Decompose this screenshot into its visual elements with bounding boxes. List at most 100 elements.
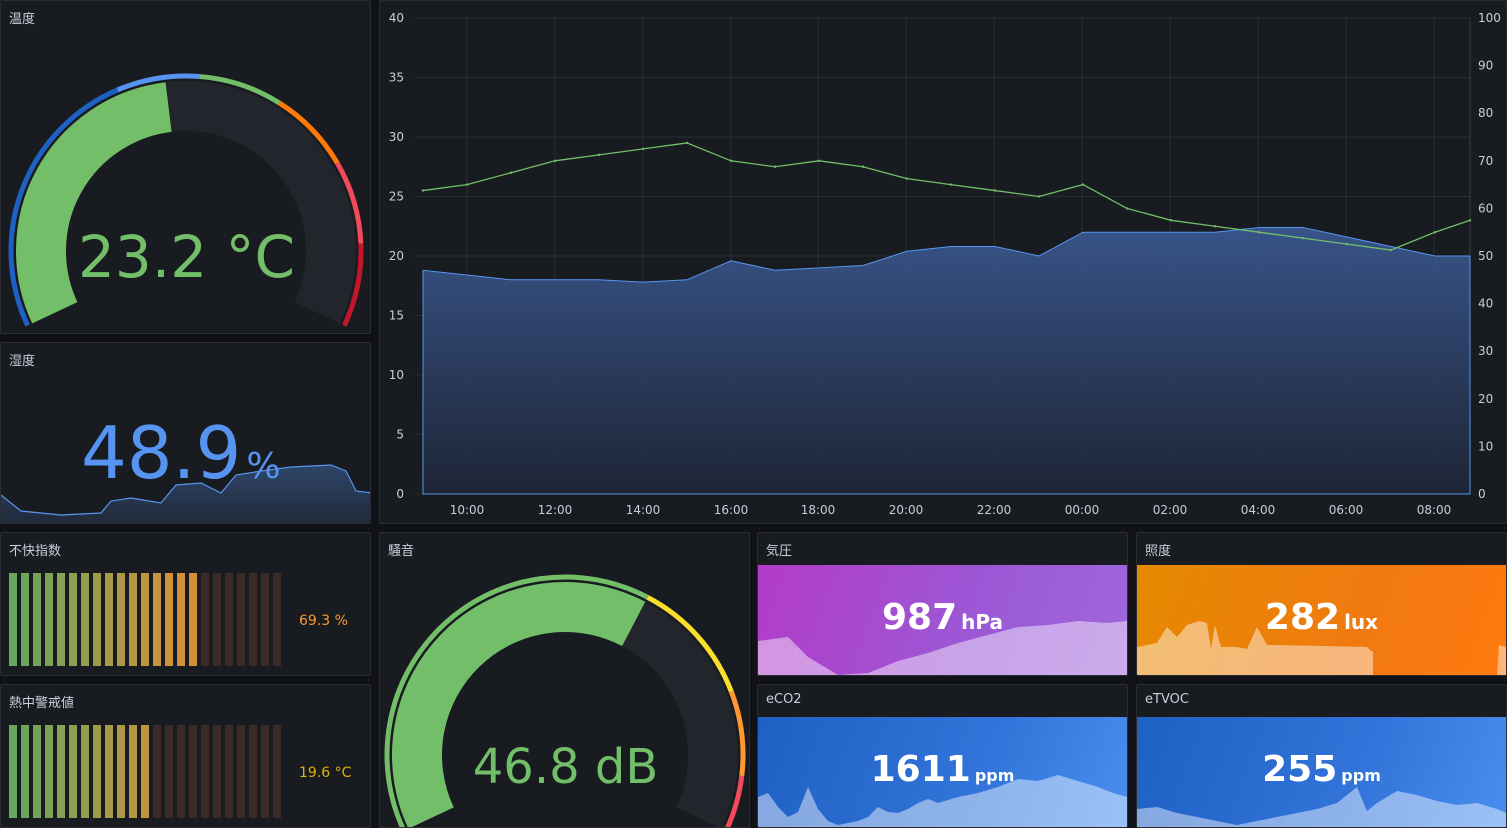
temperature-point [641,147,645,151]
discomfort-bar-segment [81,573,89,666]
discomfort-bar-segment [9,573,17,666]
pressure-number: 987 [881,597,958,638]
discomfort-bar-segment [45,573,53,666]
heat-bar-gauge [9,725,281,818]
x-tick: 02:00 [1153,503,1188,517]
heat-panel: 熱中警戒値 19.6 °C [0,684,371,828]
discomfort-bar-segment [249,573,257,666]
heat-bar-segment [249,725,257,818]
temperature-point [729,159,733,162]
discomfort-value: 69.3 % [299,613,348,629]
temperature-point [685,141,689,145]
y-right-tick: 50 [1478,249,1493,263]
heat-bar-segment [273,725,281,818]
temperature-point [993,189,997,192]
illuminance-panel: 照度 282 lux [1136,532,1507,676]
heat-bar-segment [237,725,245,818]
heat-bar-segment [21,725,29,818]
illuminance-number: 282 [1264,597,1341,638]
x-tick: 00:00 [1065,503,1100,517]
y-left-tick: 25 [389,190,404,204]
discomfort-bar-segment [33,573,41,666]
y-left-tick: 20 [389,249,404,263]
etvoc-unit: ppm [1341,766,1381,785]
temperature-value: 23.2 °C [77,223,296,291]
y-left-tick: 10 [389,368,404,382]
etvoc-background: 255 ppm [1137,717,1506,827]
discomfort-bar-segment [129,573,137,666]
x-tick: 20:00 [889,503,924,517]
pressure-unit: hPa [961,610,1003,634]
etvoc-panel: eTVOC 255 ppm [1136,684,1507,828]
heat-bar-segment [45,725,53,818]
pressure-panel: 気圧 987 hPa [757,532,1128,676]
eco2-number: 1611 [870,749,971,790]
heat-value: 19.6 °C [299,765,352,781]
discomfort-bar-segment [105,573,113,666]
discomfort-bar-segment [57,573,65,666]
discomfort-bar-segment [225,573,233,666]
heat-bar-segment [129,725,137,818]
discomfort-bar-segment [141,573,149,666]
heat-bar-segment [105,725,113,818]
heat-bar-segment [213,725,221,818]
temperature-point [597,153,601,157]
y-right-tick: 70 [1478,154,1493,168]
noise-value: 46.8 dB [472,739,659,795]
x-tick: 18:00 [801,503,836,517]
eco2-title: eCO2 [766,692,802,707]
discomfort-bar-segment [153,573,161,666]
temperature-point [553,159,557,162]
x-tick: 12:00 [538,503,573,517]
y-right-tick: 0 [1478,487,1486,501]
x-tick: 08:00 [1417,503,1452,517]
heat-bar-segment [81,725,89,818]
y-right-tick: 80 [1478,106,1493,120]
discomfort-bar-segment [93,573,101,666]
x-tick: 04:00 [1241,503,1276,517]
pressure-title: 気圧 [766,544,793,559]
y-right-tick: 40 [1478,297,1493,311]
heat-bar-segment [33,725,41,818]
illuminance-title: 照度 [1145,544,1172,559]
y-right-tick: 30 [1478,344,1493,358]
discomfort-panel: 不快指数 69.3 % [0,532,371,676]
eco2-value: 1611 ppm [758,749,1127,790]
temperature-point [421,189,425,192]
temperature-point [465,183,469,186]
timeseries-panel: 40 35 30 25 20 15 10 5 0 100 90 80 70 60 50 40 30 20 10 0 10… [379,0,1507,524]
heat-bar-segment [177,725,185,818]
eco2-unit: ppm [974,766,1015,785]
discomfort-bar-segment [117,573,125,666]
illuminance-unit: lux [1344,610,1379,634]
discomfort-bar-segment [273,573,281,666]
heat-bar-segment [57,725,65,818]
temperature-point [1389,248,1393,252]
y-left-tick: 5 [396,428,404,442]
discomfort-bar-segment [237,573,245,666]
noise-panel: 騒音 46.8 dB [379,532,750,828]
illuminance-background: 282 lux [1137,565,1506,675]
temperature-point [817,159,821,162]
discomfort-bar-segment [69,573,77,666]
y-right-tick: 10 [1478,439,1493,453]
x-tick: 10:00 [450,503,485,517]
y-right-tick: 100 [1478,11,1501,25]
x-tick: 22:00 [977,503,1012,517]
discomfort-bar-segment [165,573,173,666]
discomfort-bar-gauge [9,573,281,666]
discomfort-bar-segment [201,573,209,666]
temperature-point [1468,219,1472,222]
pressure-background: 987 hPa [758,565,1127,675]
discomfort-bar-segment [261,573,269,666]
temperature-point [949,183,953,186]
heat-bar-segment [189,725,197,818]
timeseries-chart: 4035302520151050100908070605040302010010… [389,11,1501,517]
temperature-point [1213,225,1217,228]
pressure-value: 987 hPa [758,597,1127,638]
y-left-tick: 15 [389,309,404,323]
heat-bar-segment [165,725,173,818]
x-tick: 06:00 [1329,503,1364,517]
temperature-point [905,177,909,180]
humidity-series [422,226,1471,495]
